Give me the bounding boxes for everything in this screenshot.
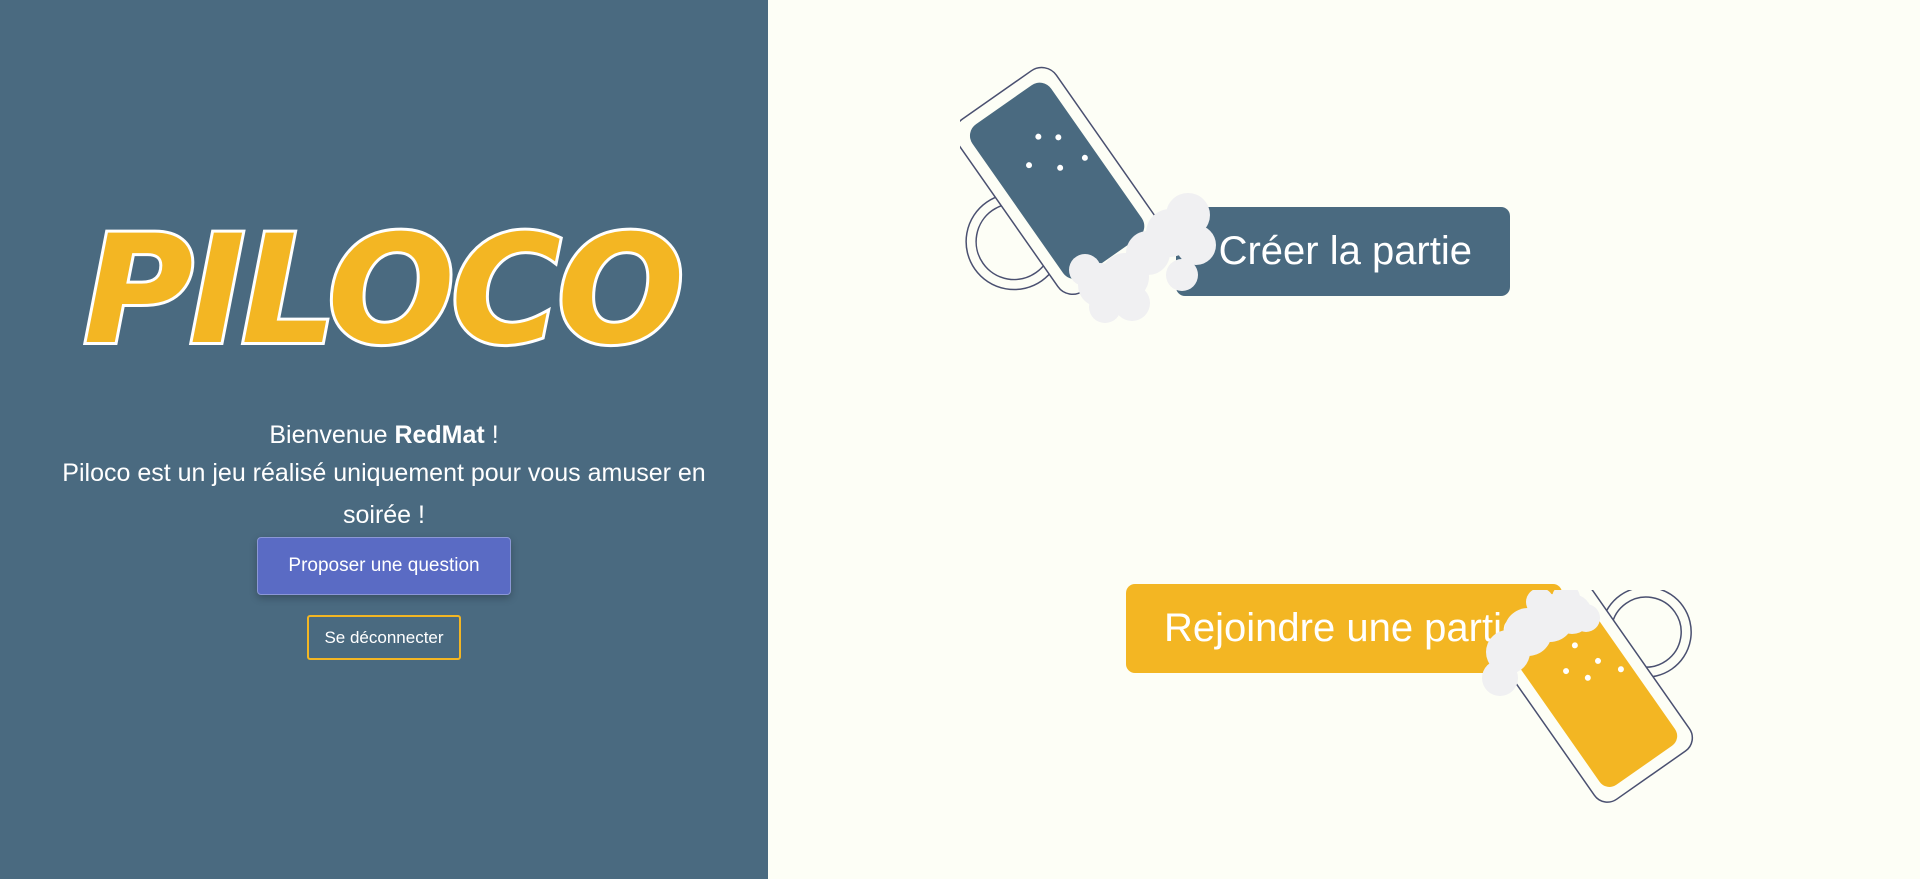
welcome-suffix: ! <box>484 421 499 449</box>
logout-button[interactable]: Se déconnecter <box>307 615 461 660</box>
beer-mug-icon <box>1482 590 1694 803</box>
username: RedMat <box>394 421 485 449</box>
welcome-message: Bienvenue RedMat ! <box>0 414 768 456</box>
welcome-prefix: Bienvenue <box>269 421 395 449</box>
beer-mug-icon <box>960 66 1216 323</box>
propose-question-button[interactable]: Proposer une question <box>257 537 511 595</box>
piloco-logo: PILOCO <box>80 214 687 366</box>
tagline: Piloco est un jeu réalisé uniquement pou… <box>62 459 706 529</box>
svg-text:PILOCO: PILOCO <box>83 214 680 366</box>
sidebar-panel: PILOCO Bienvenue RedMat ! Piloco est un … <box>0 0 768 879</box>
main-panel <box>768 0 1920 879</box>
